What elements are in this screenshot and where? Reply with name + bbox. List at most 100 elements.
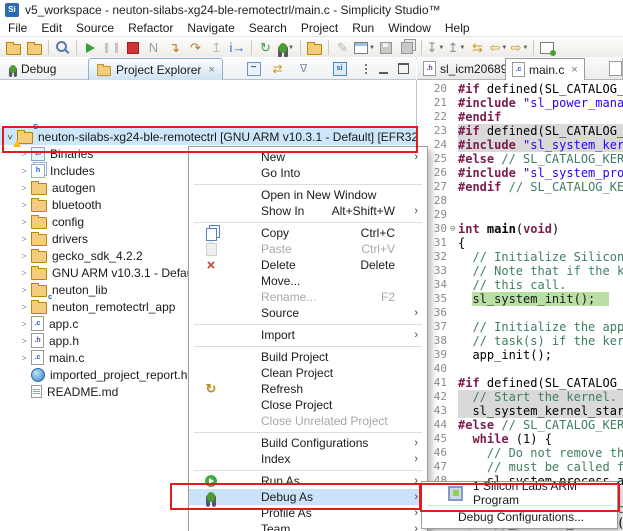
fold-column: [450, 96, 458, 110]
focus-view-icon[interactable]: si: [332, 61, 347, 76]
tree-expand-icon[interactable]: >: [18, 217, 30, 227]
terminate-button[interactable]: [122, 38, 143, 57]
context-menu-item-copy[interactable]: CopyCtrl+C: [189, 225, 427, 241]
refresh-button[interactable]: ↻: [255, 38, 276, 57]
tree-expand-icon[interactable]: >: [18, 166, 30, 176]
tree-expand-icon[interactable]: >: [18, 302, 30, 312]
debug-dropdown-button[interactable]: ▼: [276, 38, 297, 57]
search-button[interactable]: [52, 38, 73, 57]
open-file-button[interactable]: [3, 38, 24, 57]
menubar-item-help[interactable]: Help: [438, 20, 477, 36]
context-menu-item-close-project[interactable]: Close Project: [189, 397, 427, 413]
menu-item-label: Profile As: [261, 506, 312, 520]
menubar-item-window[interactable]: Window: [381, 20, 438, 36]
context-menu-item-debug-as[interactable]: Debug As›: [189, 489, 427, 505]
forward-button[interactable]: ⇨▼: [509, 38, 530, 57]
tree-expand-icon[interactable]: >: [18, 149, 30, 159]
edit-button[interactable]: ✎: [332, 38, 353, 57]
tree-item-neuton-silabs-xg24-ble-remotectrl[interactable]: >Cneuton-silabs-xg24-ble-remotectrl [GNU…: [0, 128, 416, 145]
context-menu-item-new[interactable]: New›: [189, 149, 427, 165]
filter-icon[interactable]: ∇: [296, 61, 311, 76]
view-tab-project-explorer[interactable]: Project Explorer×: [88, 58, 223, 80]
resume-button[interactable]: [80, 38, 101, 57]
close-tab-icon[interactable]: ×: [571, 64, 577, 76]
menubar-item-navigate[interactable]: Navigate: [180, 20, 241, 36]
menubar-item-project[interactable]: Project: [294, 20, 345, 36]
collapse-all-icon[interactable]: −: [246, 61, 261, 76]
run-icon: [202, 475, 220, 487]
context-menu-item-open-in-new-window[interactable]: Open in New Window: [189, 187, 427, 203]
context-menu-item-delete[interactable]: ×DeleteDelete: [189, 257, 427, 273]
new-window-button[interactable]: ▼: [353, 38, 376, 57]
step-over-button[interactable]: ↷: [185, 38, 206, 57]
menubar-item-run[interactable]: Run: [345, 20, 381, 36]
menubar-item-refactor[interactable]: Refactor: [121, 20, 180, 36]
context-menu-item-profile-as[interactable]: Profile As›: [189, 505, 427, 521]
forward-button-icon: ⇨: [511, 41, 522, 54]
context-menu-item-go-into[interactable]: Go Into: [189, 165, 427, 181]
close-tab-icon[interactable]: ×: [208, 64, 214, 76]
import-file-button[interactable]: [24, 38, 45, 57]
maximize-icon[interactable]: [396, 61, 411, 76]
menubar-item-edit[interactable]: Edit: [34, 20, 69, 36]
export-breakpoints-button[interactable]: ↥▼: [446, 38, 467, 57]
tree-expand-icon[interactable]: >: [18, 234, 30, 244]
submenu-item-1-silicon-labs-arm-program[interactable]: 1 Silicon Labs ARM Program: [422, 484, 617, 502]
run-to-line-button[interactable]: i→: [227, 38, 248, 57]
link-with-editor-icon[interactable]: ⇄: [270, 61, 285, 76]
menubar-item-file[interactable]: File: [1, 20, 34, 36]
context-menu-item-refresh[interactable]: ↻Refresh: [189, 381, 427, 397]
context-menu-item-clean-project[interactable]: Clean Project: [189, 365, 427, 381]
context-menu-item-index[interactable]: Index›: [189, 451, 427, 467]
code-text: // task(s) if the kernel is present.: [458, 334, 623, 348]
folder-icon: [31, 266, 47, 280]
silabs-program-icon: [448, 486, 463, 501]
step-into-button[interactable]: ↴: [164, 38, 185, 57]
code-line-39: 39 app_init();: [417, 348, 623, 362]
tree-expand-icon[interactable]: >: [18, 268, 30, 278]
submenu-item-debug-configurations[interactable]: Debug Configurations...: [422, 508, 617, 526]
tree-expand-icon[interactable]: >: [18, 353, 30, 363]
menubar-item-source[interactable]: Source: [69, 20, 121, 36]
context-menu-item-import[interactable]: Import›: [189, 327, 427, 343]
context-menu-item-close-unrelated-project[interactable]: Close Unrelated Project: [189, 413, 427, 429]
new-editor-button[interactable]: [537, 38, 558, 57]
edit-button-icon: ✎: [337, 41, 348, 54]
tree-item-label: app.h: [49, 334, 79, 348]
open-folder-button[interactable]: [304, 38, 325, 57]
view-tab-debug[interactable]: Debug: [2, 58, 63, 79]
tree-expand-icon[interactable]: >: [18, 251, 30, 261]
code-text: [458, 194, 623, 208]
history-pair-button[interactable]: ⇆: [467, 38, 488, 57]
fold-marker-icon[interactable]: ⊖: [450, 222, 458, 236]
context-menu-item-paste[interactable]: PasteCtrl+V: [189, 241, 427, 257]
context-menu-item-source[interactable]: Source›: [189, 305, 427, 321]
disconnect-button[interactable]: N: [143, 38, 164, 57]
context-menu-item-rename[interactable]: Rename...F2: [189, 289, 427, 305]
code-editor[interactable]: 20#if defined(SL_CATALOG_POWER_MANAGER_P…: [417, 80, 623, 531]
save-all-button[interactable]: [397, 38, 418, 57]
save-button[interactable]: [376, 38, 397, 57]
tree-expand-icon[interactable]: >: [18, 285, 30, 295]
import-breakpoints-button[interactable]: ↧▼: [425, 38, 446, 57]
step-return-button[interactable]: ↥: [206, 38, 227, 57]
menubar-item-search[interactable]: Search: [242, 20, 294, 36]
view-menu-icon[interactable]: [358, 61, 373, 76]
suspend-button[interactable]: [101, 38, 122, 57]
context-menu-item-build-configurations[interactable]: Build Configurations›: [189, 435, 427, 451]
tree-expand-icon[interactable]: >: [18, 200, 30, 210]
tree-item-label: imported_project_report.h: [50, 368, 187, 382]
context-menu-item-build-project[interactable]: Build Project: [189, 349, 427, 365]
context-menu-item-move[interactable]: Move...: [189, 273, 427, 289]
editor-tab-partial[interactable]: [607, 58, 623, 79]
context-menu-item-show-in[interactable]: Show InAlt+Shift+W›: [189, 203, 427, 219]
editor-tab-main-c[interactable]: .cmain.c×: [505, 58, 585, 81]
back-button[interactable]: ⇦▼: [488, 38, 509, 57]
tree-expand-icon[interactable]: >: [18, 336, 30, 346]
tree-expand-icon[interactable]: >: [18, 183, 30, 193]
context-menu-item-team[interactable]: Team›: [189, 521, 427, 531]
tree-expand-icon[interactable]: >: [18, 319, 30, 329]
menu-item-label: Debug As: [261, 490, 313, 504]
minimize-icon[interactable]: [376, 61, 391, 76]
context-menu-item-run-as[interactable]: Run As›: [189, 473, 427, 489]
